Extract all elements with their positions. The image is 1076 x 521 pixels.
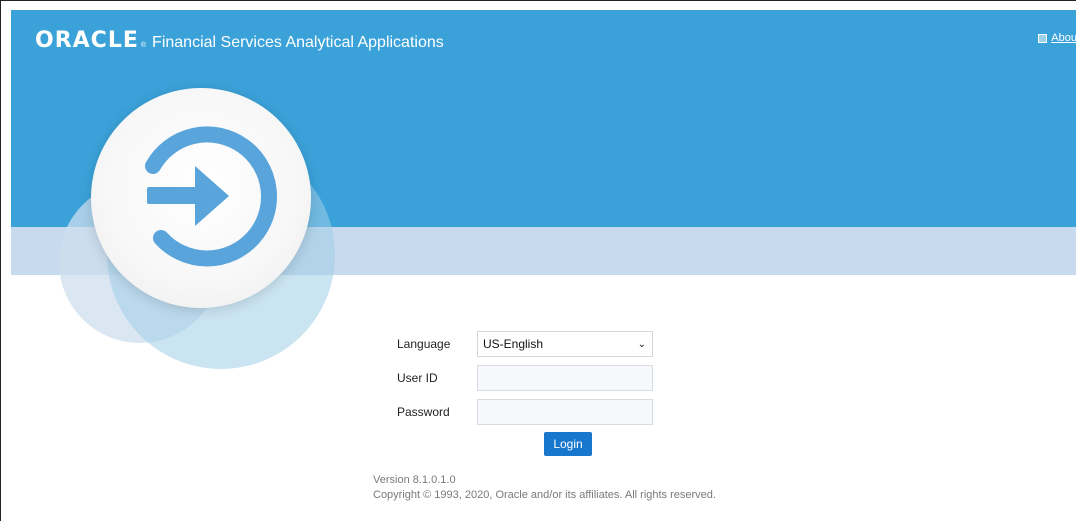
info-square-icon <box>1038 33 1048 43</box>
brand: ORACLE ® Financial Services Analytical A… <box>35 28 444 53</box>
language-select[interactable]: US-English ⌄ <box>477 331 653 357</box>
version-text: Version 8.1.0.1.0 <box>373 474 456 486</box>
footer: Version 8.1.0.1.0 Copyright © 1993, 2020… <box>373 473 716 503</box>
about-link[interactable]: Abou <box>1038 32 1076 44</box>
login-button[interactable]: Login <box>544 432 592 456</box>
language-row: Language US-English ⌄ <box>397 330 653 358</box>
login-form: Language US-English ⌄ User ID Password <box>397 330 653 432</box>
language-label: Language <box>397 337 451 351</box>
language-value: US-English <box>483 337 544 351</box>
login-logo <box>91 88 311 308</box>
password-row: Password <box>397 398 653 426</box>
password-field[interactable] <box>477 399 653 425</box>
login-arrow-icon <box>145 126 278 267</box>
userid-row: User ID <box>397 364 653 392</box>
password-label: Password <box>397 405 450 419</box>
userid-label: User ID <box>397 371 438 385</box>
copyright-text: Copyright © 1993, 2020, Oracle and/or it… <box>373 489 716 501</box>
chevron-down-icon: ⌄ <box>637 338 646 350</box>
about-label: Abou <box>1051 32 1076 44</box>
app-title: Financial Services Analytical Applicatio… <box>152 34 444 51</box>
trademark-mark: ® <box>140 42 147 49</box>
userid-field[interactable] <box>477 365 653 391</box>
oracle-logo: ORACLE <box>35 28 139 53</box>
login-page: ORACLE ® Financial Services Analytical A… <box>0 0 1076 521</box>
